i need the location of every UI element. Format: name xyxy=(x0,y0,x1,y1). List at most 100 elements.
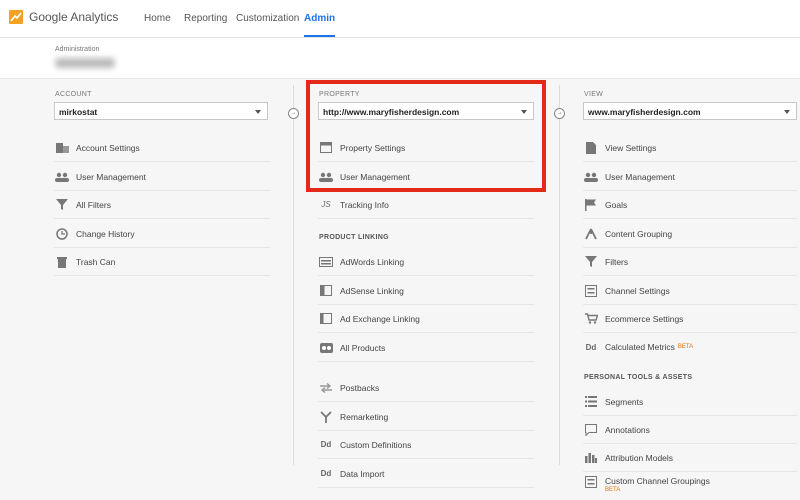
personal-tools-heading: PERSONAL TOOLS & ASSETS xyxy=(584,374,693,381)
channel-icon xyxy=(584,476,598,488)
dd-icon: Dd xyxy=(320,440,332,449)
view-settings[interactable]: View Settings xyxy=(583,134,797,162)
ecommerce-settings[interactable]: Ecommerce Settings xyxy=(583,305,797,333)
chevron-down-icon xyxy=(784,110,790,114)
calculated-metrics[interactable]: Dd Calculated Metrics BETA xyxy=(583,333,797,361)
filter-icon xyxy=(584,256,598,268)
attribution-models[interactable]: Attribution Models xyxy=(583,444,797,472)
item-label: Calculated Metrics xyxy=(605,342,675,352)
item-label: AdSense Linking xyxy=(340,285,404,296)
ad-exchange-linking[interactable]: Ad Exchange Linking xyxy=(318,305,534,333)
history-icon xyxy=(55,227,69,240)
item-label: Filters xyxy=(605,256,629,267)
account-select-value: mirkostat xyxy=(59,107,98,117)
segments[interactable]: Segments xyxy=(583,388,797,416)
analytics-logo-icon xyxy=(9,10,23,24)
remarketing[interactable]: Remarketing xyxy=(318,403,534,431)
logo-text: Google Analytics xyxy=(29,10,119,24)
account-change-history[interactable]: Change History xyxy=(54,220,270,248)
users-icon xyxy=(584,171,598,183)
blurred-account-name xyxy=(55,58,115,68)
cart-icon xyxy=(584,313,598,325)
building-icon xyxy=(55,142,69,154)
adsense-linking[interactable]: AdSense Linking xyxy=(318,277,534,305)
view-select[interactable]: www.maryfisherdesign.com xyxy=(583,102,797,120)
item-label: Data Import xyxy=(340,468,385,479)
item-label: Account Settings xyxy=(76,142,140,153)
adwords-icon xyxy=(319,256,333,268)
goals[interactable]: Goals xyxy=(583,191,797,219)
bars-icon xyxy=(584,452,598,464)
content-grouping[interactable]: Content Grouping xyxy=(583,220,797,248)
view-user-management[interactable]: User Management xyxy=(583,163,797,191)
segments-icon xyxy=(584,396,598,408)
js-icon: JS xyxy=(321,200,331,209)
item-label: AdWords Linking xyxy=(340,256,405,267)
adsense-icon xyxy=(319,285,333,297)
column-divider xyxy=(559,85,560,465)
account-all-filters[interactable]: All Filters xyxy=(54,191,270,219)
item-label: Custom Definitions xyxy=(340,439,412,450)
highlight-box xyxy=(306,80,546,192)
remarketing-icon xyxy=(319,410,333,423)
product-linking-heading: PRODUCT LINKING xyxy=(319,234,389,241)
trash-icon xyxy=(55,256,69,268)
arrow-right-icon: → xyxy=(288,108,299,119)
account-settings[interactable]: Account Settings xyxy=(54,134,270,162)
nav-home[interactable]: Home xyxy=(144,0,171,37)
item-label: Segments xyxy=(605,396,644,407)
item-label: All Products xyxy=(340,342,386,353)
annotations[interactable]: Annotations xyxy=(583,416,797,444)
item-label: Annotations xyxy=(605,424,650,435)
data-import[interactable]: Dd Data Import xyxy=(318,460,534,488)
view-filters[interactable]: Filters xyxy=(583,248,797,276)
view-heading: VIEW xyxy=(584,91,604,98)
item-label: Change History xyxy=(76,228,135,239)
custom-definitions[interactable]: Dd Custom Definitions xyxy=(318,431,534,459)
custom-channel-groupings[interactable]: Custom Channel Groupings xyxy=(583,472,797,500)
nav-admin[interactable]: Admin xyxy=(304,0,336,37)
dd-icon: Dd xyxy=(320,469,332,478)
account-select[interactable]: mirkostat xyxy=(54,102,268,120)
item-label: Goals xyxy=(605,199,628,210)
account-user-management[interactable]: User Management xyxy=(54,163,270,191)
annotation-icon xyxy=(584,423,598,436)
item-label: User Management xyxy=(605,171,675,182)
document-icon xyxy=(584,141,598,154)
arrow-right-icon: → xyxy=(554,108,565,119)
property-tracking-info[interactable]: JS Tracking Info xyxy=(318,191,534,219)
item-label: Remarketing xyxy=(340,411,389,422)
account-heading: ACCOUNT xyxy=(55,91,92,98)
logo[interactable]: Google Analytics xyxy=(9,10,118,24)
beta-badge: BETA xyxy=(605,487,621,493)
adexchange-icon xyxy=(319,313,333,325)
chevron-down-icon xyxy=(255,110,261,114)
column-divider xyxy=(293,85,294,465)
dd-icon: Dd xyxy=(585,342,597,352)
adwords-linking[interactable]: AdWords Linking xyxy=(318,248,534,276)
filter-icon xyxy=(55,199,69,211)
beta-badge: BETA xyxy=(677,344,694,350)
nav-customization[interactable]: Customization xyxy=(236,0,299,37)
products-icon xyxy=(319,342,333,354)
item-label: Trash Can xyxy=(76,256,116,267)
postbacks[interactable]: Postbacks xyxy=(318,374,534,402)
account-trash-can[interactable]: Trash Can xyxy=(54,248,270,276)
channel-icon xyxy=(584,284,598,297)
item-label: Ecommerce Settings xyxy=(605,313,684,324)
administration-label: Administration xyxy=(55,46,100,53)
administration-header: Administration xyxy=(0,38,800,79)
all-products[interactable]: All Products xyxy=(318,334,534,362)
item-label: View Settings xyxy=(605,142,657,153)
grouping-icon xyxy=(584,228,598,240)
item-label: Postbacks xyxy=(340,382,380,393)
item-label: Attribution Models xyxy=(605,452,674,463)
item-label: User Management xyxy=(76,171,146,182)
channel-settings[interactable]: Channel Settings xyxy=(583,277,797,305)
item-label: Ad Exchange Linking xyxy=(340,313,420,324)
item-label: All Filters xyxy=(76,199,111,210)
postbacks-icon xyxy=(319,382,333,394)
item-label: Channel Settings xyxy=(605,285,670,296)
item-label: Content Grouping xyxy=(605,228,673,239)
nav-reporting[interactable]: Reporting xyxy=(184,0,227,37)
